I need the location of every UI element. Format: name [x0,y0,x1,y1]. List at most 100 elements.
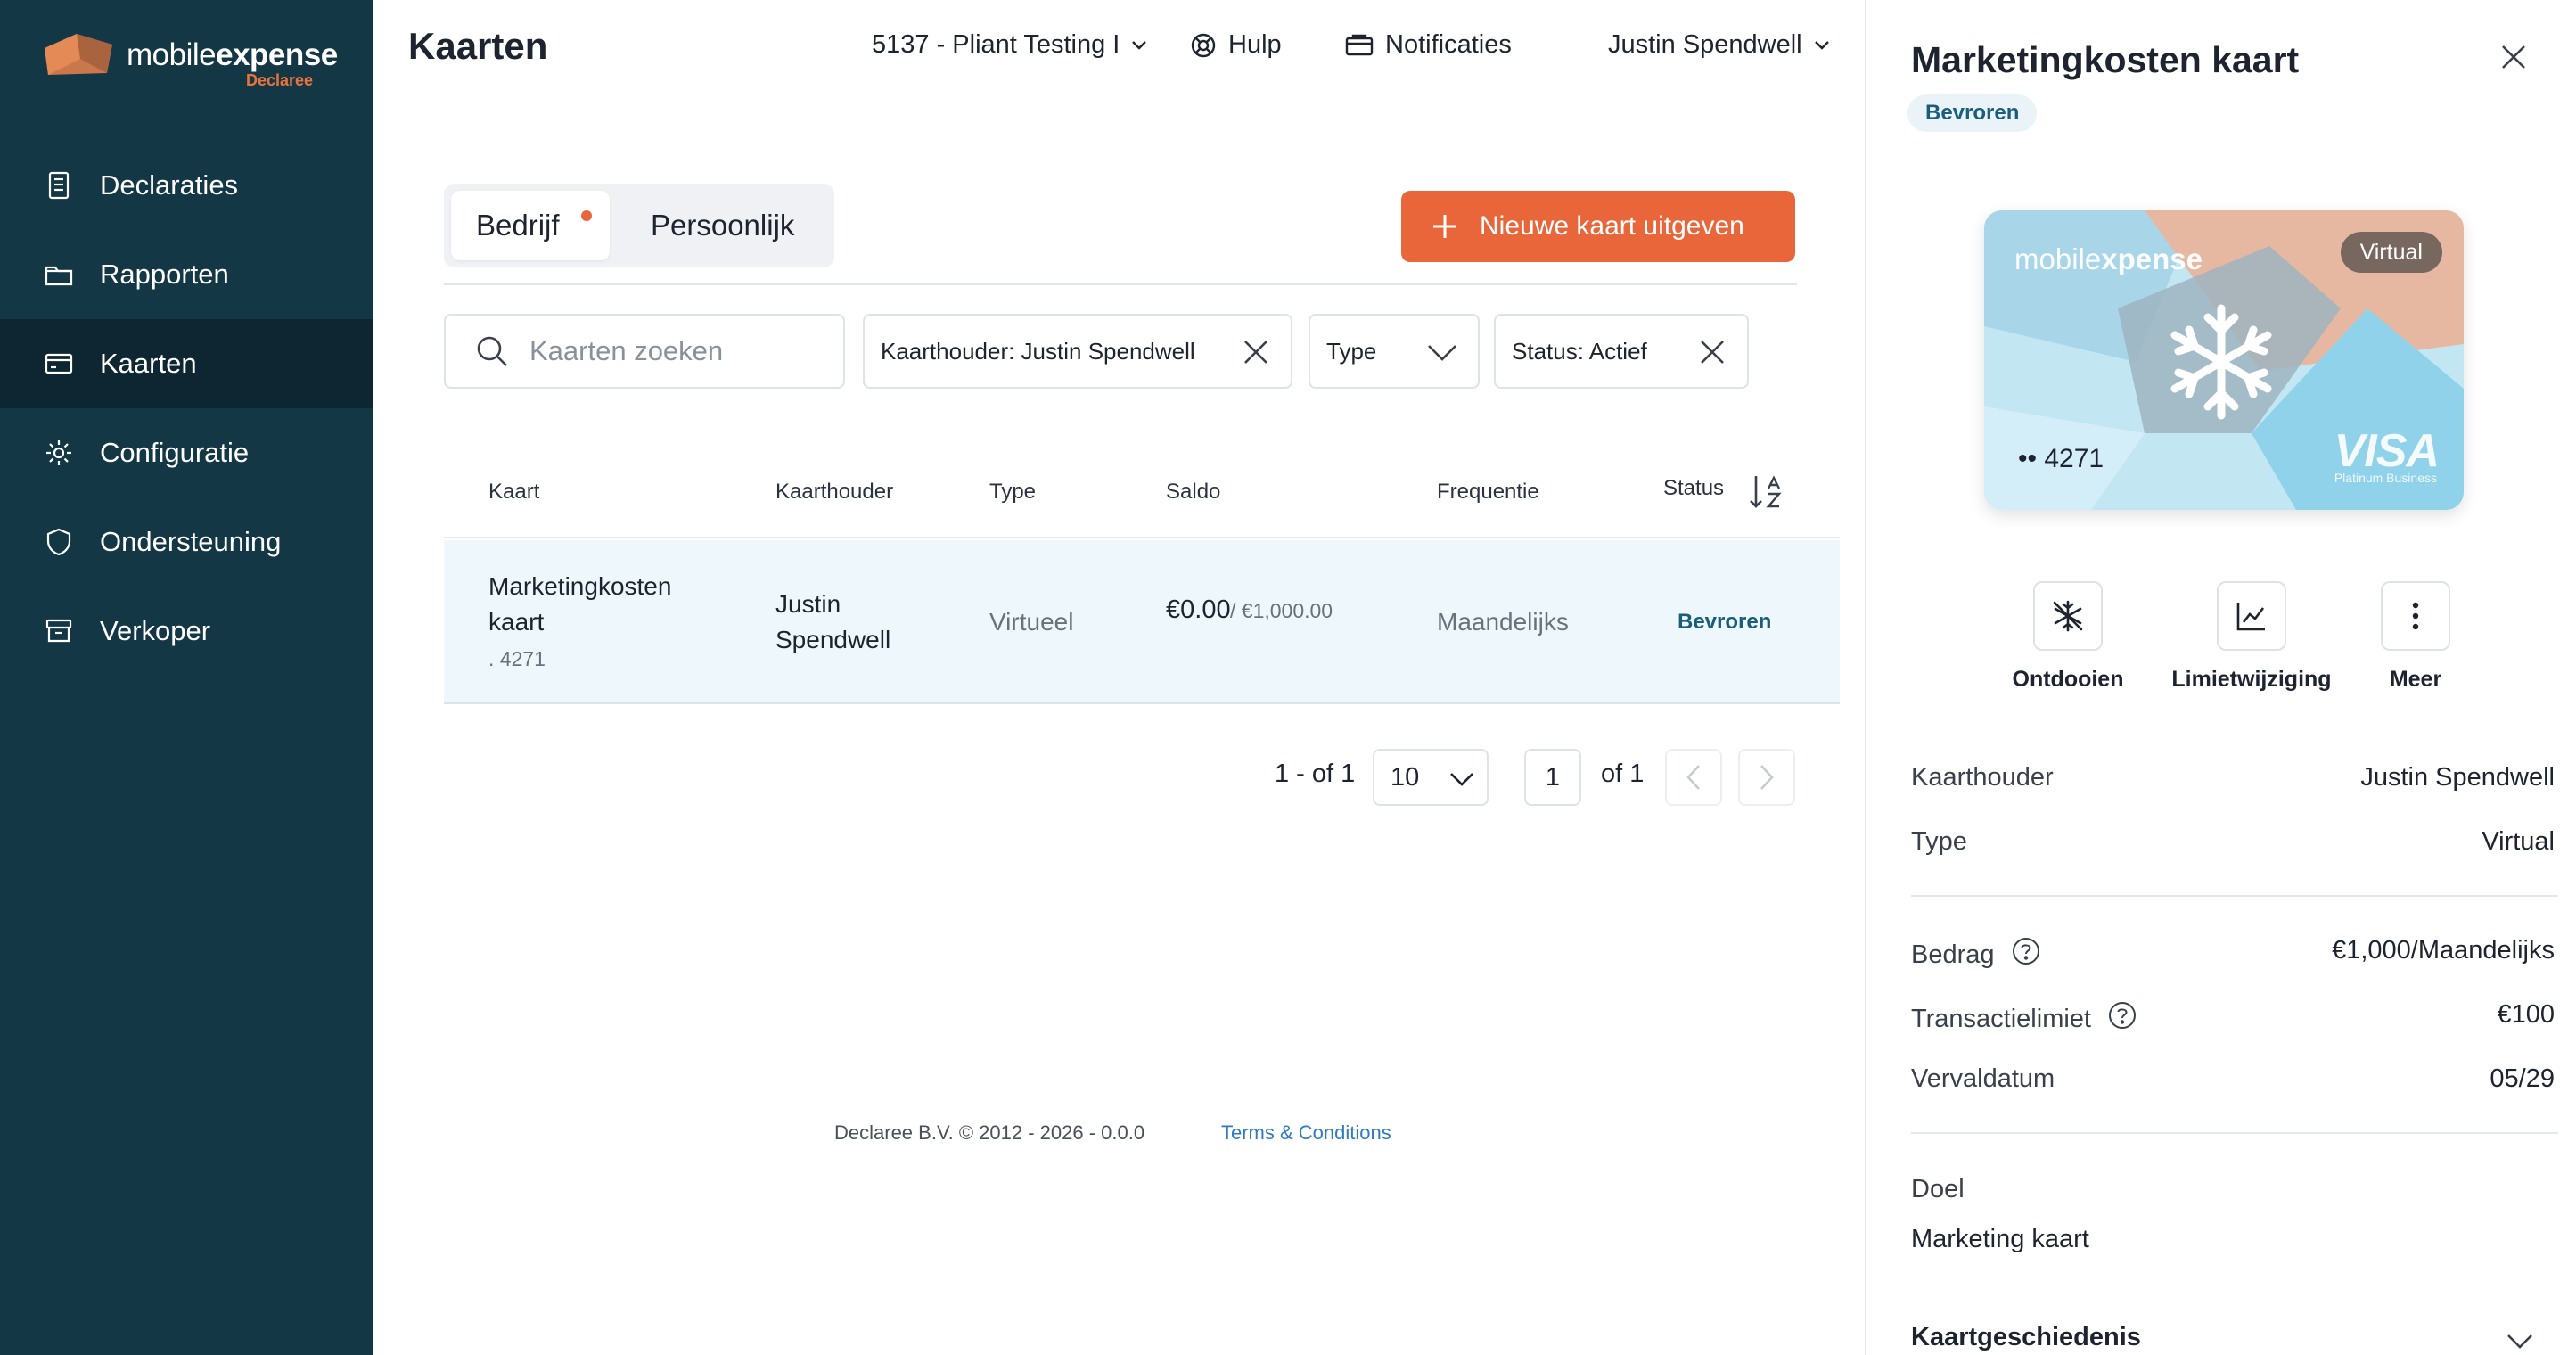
pagination-range: 1 - of 1 [1275,760,1356,788]
visa-logo: VISA [2334,425,2440,477]
help-link[interactable]: Hulp [1189,30,1282,60]
column-header-frequency[interactable]: Frequentie [1437,480,1539,505]
chevron-down-icon[interactable] [2505,1330,2535,1351]
terms-link[interactable]: Terms & Conditions [1221,1121,1391,1145]
user-name: Justin Spendwell [1608,30,1802,59]
card-type: Virtueel [989,608,1074,636]
folder-icon [43,259,75,291]
column-header-card[interactable]: Kaart [488,480,539,505]
unfreeze-button[interactable] [2033,581,2103,651]
limit-change-button[interactable] [2217,581,2286,651]
sidebar: mobileexpense Declaree Declaraties Rappo… [0,0,373,1355]
company-selector-label: 5137 - Pliant Testing I [872,30,1120,59]
page-number-input[interactable]: 1 [1524,749,1581,806]
sidebar-item-label: Declaraties [100,169,239,201]
snowflake-off-icon [2053,600,2083,632]
type-value: Virtual [2482,827,2555,856]
card-visual: mobilexpense Virtual •• 4271 VISA Platin… [1984,210,2464,510]
limit-change-action[interactable]: Limietwijziging [2154,581,2350,693]
new-card-button[interactable]: Nieuwe kaart uitgeven [1401,191,1795,262]
amount-label-row: Bedrag [1911,936,2041,973]
filter-status-label: Status: Actief [1512,337,1647,365]
sort-az-icon[interactable] [1747,472,1784,512]
sidebar-item-rapporten[interactable]: Rapporten [0,230,373,319]
purpose-value: Marketing kaart [1911,1225,2089,1253]
tab-company-label: Bedrijf [476,209,560,242]
chevron-down-icon [1450,773,1473,786]
tab-company[interactable]: Bedrijf [451,191,610,260]
column-header-holder[interactable]: Kaarthouder [775,480,893,505]
notifications-label: Notificaties [1385,30,1512,59]
per-page-select[interactable]: 10 [1373,749,1489,806]
sidebar-item-label: Configuratie [100,437,250,468]
search-placeholder: Kaarten zoeken [529,335,724,366]
clear-filter-icon[interactable] [1697,337,1727,367]
tx-limit-label: Transactielimiet [1911,1004,2091,1033]
search-input[interactable]: Kaarten zoeken [444,314,845,389]
footer-copyright: Declaree B.V. © 2012 - 2026 - 0.0.0 [834,1121,1145,1144]
next-page-button[interactable] [1738,749,1795,806]
expiry-label: Vervaldatum [1911,1064,2055,1093]
card-scope-tabs: Bedrijf Persoonlijk [444,184,834,267]
cardholder-value: Justin Spendwell [2360,763,2555,792]
prev-page-button[interactable] [1665,749,1722,806]
snowflake-icon [2170,304,2272,420]
company-selector[interactable]: 5137 - Pliant Testing I [872,30,1148,60]
more-button[interactable] [2381,581,2450,651]
balance-limit: / €1,000.00 [1230,599,1333,622]
logo[interactable]: mobileexpense Declaree [41,29,338,93]
sidebar-item-verkoper[interactable]: Verkoper [0,587,373,676]
pagination-total: of 1 [1601,760,1645,788]
sidebar-item-label: Kaarten [100,348,197,379]
chevron-right-icon [1760,765,1774,790]
filter-cardholder-chip[interactable]: Kaarthouder: Justin Spendwell [863,314,1292,389]
column-header-status[interactable]: Status [1663,476,1724,501]
sidebar-item-ondersteuning[interactable]: Ondersteuning [0,497,373,587]
visa-tier: Platinum Business [2334,471,2437,485]
purpose-label: Doel [1911,1175,1965,1203]
sidebar-item-declaraties[interactable]: Declaraties [0,141,373,230]
help-circle-icon[interactable] [2107,1000,2137,1038]
table-row[interactable]: Marketingkosten kaart . 4271 Justin Spen… [444,540,1840,704]
divider [1911,895,2558,897]
more-action[interactable]: Meer [2371,581,2460,693]
card-history-toggle[interactable]: Kaartgeschiedenis [1911,1323,2141,1352]
limit-change-label: Limietwijziging [2171,667,2332,692]
help-circle-icon[interactable] [2011,936,2041,973]
sidebar-item-configuratie[interactable]: Configuratie [0,408,373,497]
sidebar-item-kaarten[interactable]: Kaarten [0,319,373,408]
status-badge: Bevroren [1678,610,1772,634]
sidebar-item-label: Ondersteuning [100,526,282,557]
column-header-balance[interactable]: Saldo [1166,480,1220,505]
holder-line2: Spendwell [775,626,891,653]
filter-type-dropdown[interactable]: Type [1309,314,1480,389]
help-label: Hulp [1228,30,1282,59]
type-label: Type [1911,827,1967,856]
new-card-button-label: Nieuwe kaart uitgeven [1480,211,1744,241]
logo-subtitle: Declaree [246,71,314,89]
notification-icon [1345,34,1374,55]
close-icon[interactable] [2499,43,2528,71]
column-header-type[interactable]: Type [989,480,1036,505]
frequency-value: Maandelijks [1437,608,1569,636]
notifications-link[interactable]: Notificaties [1344,30,1512,60]
logo-text: mobileexpense [127,37,338,72]
logo-mark-icon [45,34,112,75]
filter-status-chip[interactable]: Status: Actief [1494,314,1749,389]
page-title: Kaarten [408,25,548,67]
user-menu[interactable]: Justin Spendwell [1608,30,1831,60]
gear-icon [43,437,75,469]
chevron-down-icon [1428,345,1456,361]
unfreeze-action[interactable]: Ontdooien [1979,581,2157,693]
notification-dot [581,210,592,221]
card-number-masked: •• 4271 [2018,444,2104,473]
chevron-down-icon [1814,40,1829,50]
divider [444,283,1797,285]
tab-personal[interactable]: Persoonlijk [651,191,794,260]
clear-filter-icon[interactable] [1241,337,1271,367]
holder-line1: Justin [775,590,841,618]
more-vertical-icon [2412,602,2419,630]
chevron-down-icon [1132,40,1147,50]
amount-label: Bedrag [1911,940,1995,969]
lifebuoy-icon [1191,33,1216,57]
